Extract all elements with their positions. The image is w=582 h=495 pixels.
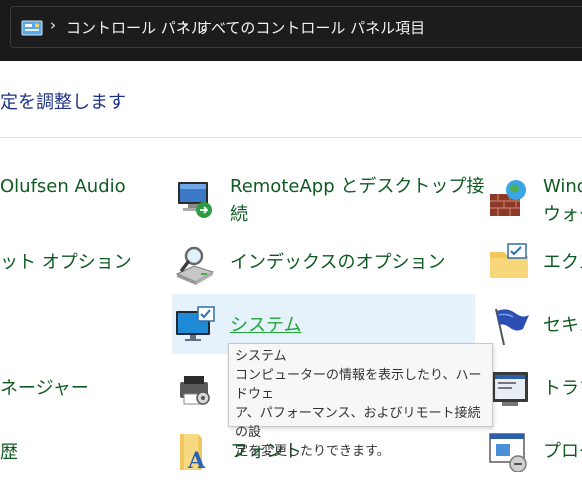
item-audio-label[interactable]: Olufsen Audio	[0, 173, 126, 201]
control-panel-icon	[21, 20, 43, 36]
indexing-magnifier-icon	[175, 246, 215, 285]
security-flag-icon	[495, 308, 529, 346]
breadcrumb-separator: ›	[181, 16, 187, 34]
firewall-globe-icon	[490, 180, 526, 216]
font-folder-icon: A	[180, 434, 206, 472]
breadcrumb-separator: ›	[50, 16, 56, 34]
firewall-label-line2[interactable]: ウォー	[543, 201, 582, 229]
page-heading: 定を調整します	[0, 92, 126, 113]
svg-text:A: A	[187, 448, 206, 472]
item-options-label[interactable]: ット オプション	[0, 249, 132, 277]
security-label[interactable]: セキュ	[543, 312, 582, 340]
troubleshoot-label[interactable]: トラブ	[543, 375, 582, 403]
item-history-label[interactable]: 歴	[0, 439, 18, 467]
address-bar: › コントロール パネル › すべてのコントロール パネル項目	[0, 0, 582, 61]
default-programs-label[interactable]: プログ	[543, 438, 582, 466]
remote-desktop-icon	[178, 182, 212, 218]
tooltip-title: システム	[235, 349, 287, 364]
folder-options-label[interactable]: エクス	[543, 249, 582, 277]
tooltip-line-3: 定を変更したりできます。	[235, 444, 390, 459]
folder-options-icon	[490, 243, 528, 278]
firewall-label-line1[interactable]: Wind	[543, 173, 582, 201]
header-divider	[0, 137, 582, 138]
system-tooltip: システム コンピューターの情報を表示したり、ハードウェ ア、パフォーマンス、およ…	[228, 343, 493, 459]
breadcrumb-all-items[interactable]: すべてのコントロール パネル項目	[197, 17, 425, 38]
item-manager-label[interactable]: ネージャー	[0, 375, 89, 403]
monitor-check-icon	[176, 306, 215, 341]
device-printer-icon	[180, 376, 210, 405]
remoteapp-label-line1[interactable]: RemoteApp とデスクトップ接	[230, 173, 484, 201]
default-programs-icon	[489, 433, 527, 472]
system-label[interactable]: システム	[230, 312, 301, 340]
troubleshoot-icon	[492, 372, 528, 406]
tooltip-line-2: ア、パフォーマンス、およびリモート接続の設	[235, 406, 481, 440]
indexing-options-label[interactable]: インデックスのオプション	[230, 249, 445, 277]
tooltip-line-1: コンピューターの情報を表示したり、ハードウェ	[235, 368, 482, 402]
remoteapp-label-line2[interactable]: 続	[230, 201, 248, 229]
